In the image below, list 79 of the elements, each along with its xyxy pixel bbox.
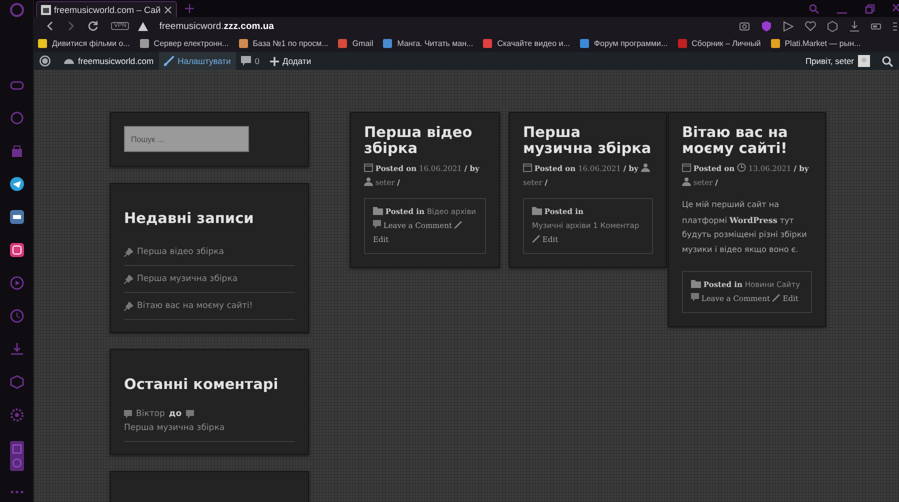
heart-icon[interactable] bbox=[805, 20, 816, 32]
comment-icon bbox=[124, 410, 132, 418]
post-title[interactable]: Вітаю вас на моєму сайті! bbox=[682, 125, 812, 157]
greeting-link[interactable]: Привіт, seter bbox=[805, 56, 854, 66]
restore-icon[interactable] bbox=[865, 4, 875, 14]
brush-icon bbox=[164, 56, 174, 66]
recent-post-link[interactable]: Перша музична збірка bbox=[137, 274, 238, 284]
bookmark[interactable]: Форум программи... bbox=[580, 39, 668, 48]
reload-icon[interactable] bbox=[88, 21, 98, 31]
recent-post-link[interactable]: Вітаю вас на моєму сайті! bbox=[137, 301, 253, 311]
bookmark[interactable]: База №1 по просм... bbox=[238, 39, 328, 48]
close-icon[interactable] bbox=[164, 6, 172, 14]
tab-title: freemusicworld.com – Сай bbox=[54, 4, 161, 14]
shield-icon[interactable] bbox=[761, 20, 772, 32]
calendar-icon bbox=[364, 163, 373, 172]
comment-post-link[interactable]: Перша музична збірка bbox=[124, 423, 225, 433]
calendar-icon bbox=[682, 163, 691, 172]
new-link[interactable]: Додати bbox=[264, 52, 316, 70]
bookmark[interactable]: Скачайте видео и... bbox=[483, 39, 570, 48]
post-title[interactable]: Перша відео збірка bbox=[364, 125, 486, 157]
search-field[interactable]: Пошук ... bbox=[124, 126, 249, 152]
widget-title: Останні коментарі bbox=[124, 377, 280, 393]
new-tab-icon[interactable] bbox=[184, 4, 194, 13]
comments-link[interactable]: 0 bbox=[236, 52, 265, 70]
cube-icon[interactable] bbox=[10, 375, 24, 389]
more-icon[interactable] bbox=[10, 490, 24, 494]
settings-icon[interactable] bbox=[10, 408, 24, 422]
download-icon[interactable] bbox=[849, 20, 860, 32]
author-icon bbox=[364, 177, 373, 186]
opera-logo-icon[interactable] bbox=[10, 3, 24, 17]
wordpress-logo-icon[interactable] bbox=[39, 55, 51, 67]
search-icon[interactable] bbox=[882, 56, 893, 66]
pin-icon bbox=[124, 302, 133, 310]
customize-link[interactable]: Налаштувати bbox=[158, 52, 236, 70]
camera-icon[interactable] bbox=[739, 20, 750, 32]
post-excerpt: Це мій перший сайт на платформі WordPress тут будуть розміщені різні збірки музики і відео якщо воно є. bbox=[682, 199, 808, 256]
author-icon bbox=[682, 177, 691, 186]
folder-icon bbox=[691, 280, 701, 288]
pencil-icon bbox=[772, 294, 780, 302]
folder-icon bbox=[373, 207, 383, 215]
calendar-icon bbox=[523, 163, 532, 172]
site-favicon-icon bbox=[41, 4, 51, 14]
pencil-icon bbox=[454, 221, 462, 229]
recent-post-link[interactable]: Перша відео збірка bbox=[137, 247, 224, 257]
download-icon[interactable] bbox=[10, 342, 24, 356]
telegram-icon[interactable] bbox=[10, 177, 24, 191]
browser-tab[interactable]: freemusicworld.com – Сай bbox=[36, 1, 177, 17]
bookmark[interactable]: Сборник – Личный bbox=[678, 39, 761, 48]
address-field[interactable]: freemusicword.zzz.com.ua bbox=[159, 20, 274, 32]
cube-icon[interactable] bbox=[827, 20, 838, 32]
comment-icon bbox=[186, 410, 194, 418]
comment-icon bbox=[240, 56, 251, 66]
instagram-icon[interactable] bbox=[10, 243, 24, 257]
play-icon[interactable] bbox=[10, 276, 24, 290]
sidebar-panel-icon[interactable] bbox=[10, 441, 24, 471]
warning-icon[interactable] bbox=[138, 22, 148, 30]
post-title[interactable]: Перша музична збірка bbox=[523, 125, 653, 157]
pin-icon bbox=[124, 248, 133, 256]
pin-icon bbox=[124, 274, 133, 284]
forward-icon[interactable] bbox=[67, 21, 75, 31]
bookmark[interactable]: Gmail bbox=[338, 39, 374, 48]
bookmark[interactable]: Манга. Читать ман... bbox=[383, 39, 474, 48]
widget-title: Недавні записи bbox=[124, 211, 255, 227]
bookmark[interactable]: Дивитися фільми о... bbox=[38, 39, 130, 48]
send-icon[interactable] bbox=[783, 20, 794, 32]
comment-joiner: до bbox=[168, 409, 182, 419]
pencil-icon bbox=[532, 235, 540, 243]
bookmark[interactable]: Сервер електронн... bbox=[140, 39, 229, 48]
back-icon[interactable] bbox=[46, 21, 54, 31]
bookmark[interactable]: Plati.Market — рын... bbox=[770, 39, 861, 48]
folder-icon bbox=[532, 207, 542, 215]
gauge-icon bbox=[64, 56, 74, 66]
comment-author[interactable]: Віктор bbox=[136, 409, 165, 419]
battery-icon[interactable] bbox=[871, 20, 882, 32]
author-icon bbox=[640, 163, 650, 172]
clock-icon[interactable] bbox=[10, 309, 24, 323]
bag-icon[interactable] bbox=[10, 144, 24, 158]
plus-icon bbox=[270, 56, 279, 66]
site-link[interactable]: freemusicworld.com bbox=[59, 52, 159, 70]
